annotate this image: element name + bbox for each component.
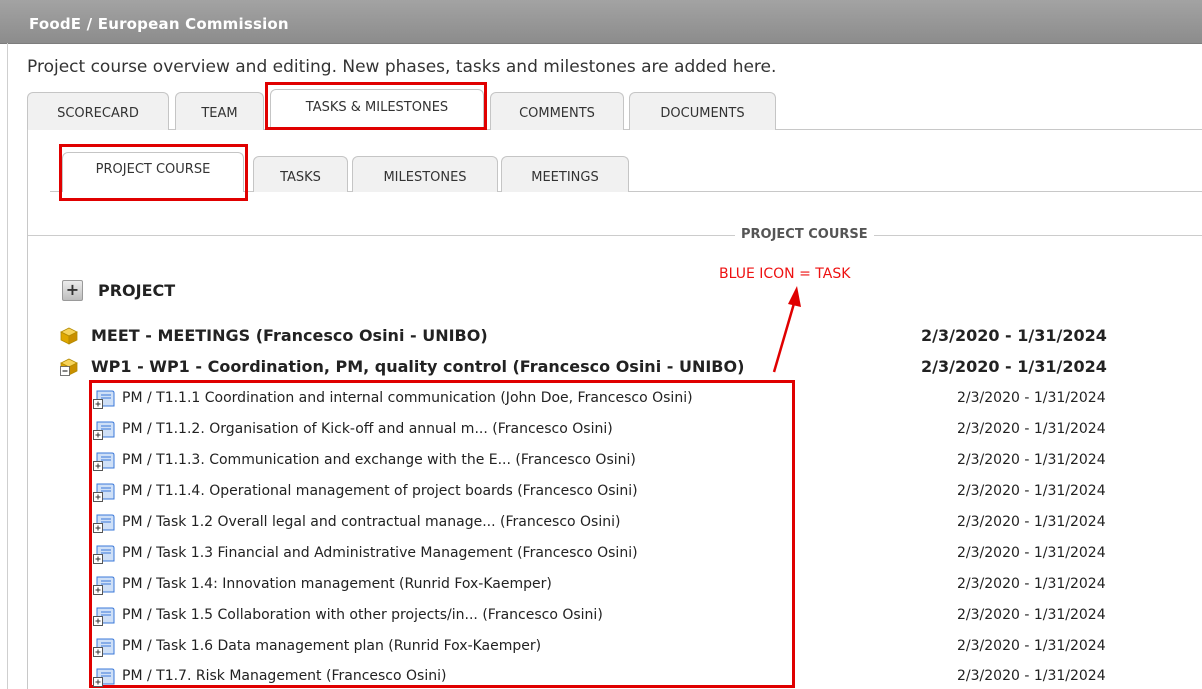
task-row[interactable]: PM / Task 1.4: Innovation management (Ru… [93, 574, 1173, 596]
task-row[interactable]: PM / Task 1.6 Data management plan (Runr… [93, 636, 1173, 658]
highlight-tasks-milestones [265, 82, 487, 130]
window-title-bar: FoodE / European Commission [0, 0, 1202, 44]
task-dates: 2/3/2020 - 1/31/2024 [957, 576, 1106, 592]
tab-tasks[interactable]: TASKS [253, 156, 348, 192]
tab-meetings[interactable]: MEETINGS [501, 156, 629, 192]
tab-label: TASKS [280, 170, 321, 185]
phase-name: MEET - MEETINGS (Francesco Osini - UNIBO… [91, 326, 488, 345]
tab-label: SCORECARD [57, 106, 139, 121]
task-dates: 2/3/2020 - 1/31/2024 [957, 545, 1106, 561]
task-row[interactable]: PM / Task 1.2 Overall legal and contract… [93, 512, 1173, 534]
task-scroll-icon [93, 638, 115, 657]
task-row[interactable]: PM / T1.1.1 Coordination and internal co… [93, 388, 1173, 410]
task-name: PM / Task 1.5 Collaboration with other p… [122, 607, 603, 623]
task-scroll-icon [93, 514, 115, 533]
task-name: PM / T1.1.1 Coordination and internal co… [122, 390, 693, 406]
task-name: PM / Task 1.6 Data management plan (Runr… [122, 638, 542, 654]
task-dates: 2/3/2020 - 1/31/2024 [957, 607, 1106, 623]
task-dates: 2/3/2020 - 1/31/2024 [957, 452, 1106, 468]
tab-scorecard[interactable]: SCORECARD [27, 92, 169, 130]
task-scroll-icon [93, 576, 115, 595]
task-scroll-icon [93, 545, 115, 564]
task-row[interactable]: PM / T1.7. Risk Management (Francesco Os… [93, 666, 1173, 688]
phase-row[interactable]: WP1 - WP1 - Coordination, PM, quality co… [60, 357, 1180, 379]
annotation-label: BLUE ICON = TASK [719, 266, 851, 282]
window-title: FoodE / European Commission [29, 15, 289, 33]
task-row[interactable]: PM / T1.1.2. Organisation of Kick-off an… [93, 419, 1173, 441]
task-dates: 2/3/2020 - 1/31/2024 [957, 390, 1106, 406]
task-dates: 2/3/2020 - 1/31/2024 [957, 668, 1106, 684]
task-scroll-icon [93, 483, 115, 502]
task-dates: 2/3/2020 - 1/31/2024 [957, 514, 1106, 530]
task-name: PM / T1.1.3. Communication and exchange … [122, 452, 636, 468]
tab-comments[interactable]: COMMENTS [490, 92, 624, 130]
task-scroll-icon [93, 668, 115, 687]
tab-milestones[interactable]: MILESTONES [352, 156, 498, 192]
tab-label: MILESTONES [383, 170, 467, 185]
section-divider [28, 235, 1202, 236]
highlight-project-course [59, 144, 248, 201]
task-name: PM / T1.1.4. Operational management of p… [122, 483, 638, 499]
expand-plus-icon[interactable]: + [62, 280, 83, 301]
task-row[interactable]: PM / Task 1.3 Financial and Administrati… [93, 543, 1173, 565]
task-name: PM / T1.7. Risk Management (Francesco Os… [122, 668, 447, 684]
task-row[interactable]: PM / Task 1.5 Collaboration with other p… [93, 605, 1173, 627]
task-row[interactable]: PM / T1.1.3. Communication and exchange … [93, 450, 1173, 472]
phase-open-cube-icon [60, 358, 78, 376]
tab-label: TEAM [201, 106, 238, 121]
tab-label: MEETINGS [531, 170, 599, 185]
task-name: PM / Task 1.3 Financial and Administrati… [122, 545, 638, 561]
left-border [7, 43, 8, 689]
tab-label: DOCUMENTS [660, 106, 745, 121]
page-description: Project course overview and editing. New… [27, 57, 777, 77]
tab-team[interactable]: TEAM [175, 92, 264, 130]
phase-row[interactable]: MEET - MEETINGS (Francesco Osini - UNIBO… [60, 326, 1180, 348]
task-row[interactable]: PM / T1.1.4. Operational management of p… [93, 481, 1173, 503]
project-label: PROJECT [98, 281, 176, 300]
phase-dates: 2/3/2020 - 1/31/2024 [921, 357, 1107, 376]
task-name: PM / T1.1.2. Organisation of Kick-off an… [122, 421, 613, 437]
tab-label: COMMENTS [519, 106, 595, 121]
tab-documents[interactable]: DOCUMENTS [629, 92, 776, 130]
phase-cube-icon [60, 327, 78, 345]
phase-dates: 2/3/2020 - 1/31/2024 [921, 326, 1107, 345]
section-title: PROJECT COURSE [735, 227, 874, 242]
task-dates: 2/3/2020 - 1/31/2024 [957, 421, 1106, 437]
main-tab-bar: SCORECARD TEAM TASKS & MILESTONES COMMEN… [27, 87, 1202, 130]
task-scroll-icon [93, 390, 115, 409]
phase-name: WP1 - WP1 - Coordination, PM, quality co… [91, 357, 745, 376]
task-name: PM / Task 1.4: Innovation management (Ru… [122, 576, 552, 592]
task-name: PM / Task 1.2 Overall legal and contract… [122, 514, 621, 530]
task-dates: 2/3/2020 - 1/31/2024 [957, 483, 1106, 499]
task-dates: 2/3/2020 - 1/31/2024 [957, 638, 1106, 654]
task-scroll-icon [93, 452, 115, 471]
task-scroll-icon [93, 607, 115, 626]
task-scroll-icon [93, 421, 115, 440]
